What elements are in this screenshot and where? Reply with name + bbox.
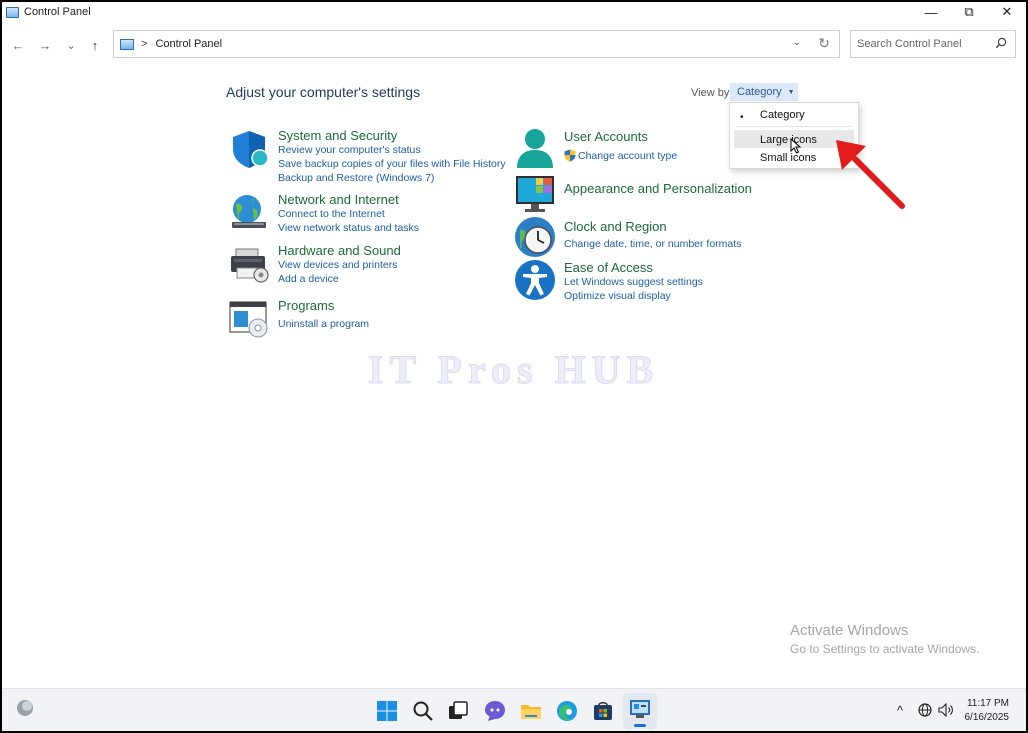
security-shield-icon[interactable] [228,128,270,170]
category-network-and-internet: Network and Internet Connect to the Inte… [228,192,468,236]
taskbar: ^ 11:17 PM 6/16/2025 [2,688,1026,731]
menu-item-category[interactable]: Category [760,109,805,121]
user-accounts-icon[interactable] [514,128,556,170]
ease-of-access-link[interactable]: Ease of Access [564,260,653,275]
search-icon[interactable] [411,699,435,723]
accessibility-icon[interactable] [514,259,556,301]
clock-date: 6/16/2025 [964,712,1010,723]
suggest-settings-link[interactable]: Let Windows suggest settings [564,276,703,288]
activate-windows-title: Activate Windows [790,622,909,639]
programs-icon[interactable] [228,298,270,340]
back-button[interactable]: ← [7,34,29,56]
title-bar: Control Panel — ⧉ ✕ [2,2,1026,22]
category-ease-of-access: Ease of Access Let Windows suggest setti… [514,259,754,303]
network-globe-tray-icon[interactable] [918,703,932,717]
appearance-personalization-link[interactable]: Appearance and Personalization [564,181,752,196]
network-globe-icon[interactable] [228,192,270,234]
control-panel-taskbar-button[interactable] [623,693,657,729]
watermark-text: IT Pros HUB [367,347,660,393]
breadcrumb-separator-icon[interactable]: > [141,38,147,50]
selected-bullet-icon: • [740,112,744,123]
file-explorer-icon[interactable] [519,699,543,723]
clock-time: 11:17 PM [966,698,1009,709]
start-icon[interactable] [375,699,399,723]
minimize-button[interactable]: — [912,2,950,22]
address-bar[interactable]: > Control Panel ⌄ ↻ [113,30,840,58]
menu-divider [736,126,852,127]
control-panel-icon [120,38,134,50]
up-button[interactable]: ↑ [84,34,106,56]
page-heading: Adjust your computer's settings [226,84,421,100]
devices-printers-link[interactable]: View devices and printers [278,259,397,271]
appearance-monitor-icon[interactable] [514,174,556,216]
navigation-bar: ← → ⌄ ↑ > Control Panel ⌄ ↻ [2,30,1026,60]
control-panel-window: Control Panel — ⧉ ✕ ← → ⌄ ↑ > Control Pa… [2,2,1026,731]
store-icon[interactable] [591,699,615,723]
chat-icon[interactable] [483,699,507,723]
system-clock[interactable]: 11:17 PM 6/16/2025 [957,697,1010,725]
network-and-internet-link[interactable]: Network and Internet [278,192,399,207]
view-by-dropdown[interactable]: Category ▼ [730,83,798,101]
search-icon[interactable] [995,37,1007,49]
dropdown-caret-icon: ▼ [787,88,795,96]
category-system-and-security: System and Security Review your computer… [228,128,506,188]
search-input[interactable] [857,38,987,50]
control-panel-app-icon [6,6,19,18]
change-formats-link[interactable]: Change date, time, or number formats [564,238,741,250]
connect-internet-link[interactable]: Connect to the Internet [278,208,385,220]
menu-item-large-icons[interactable]: Large icons [760,134,817,146]
file-history-link[interactable]: Save backup copies of your files with Fi… [278,158,506,170]
menu-item-small-icons[interactable]: Small icons [760,152,816,164]
restore-button[interactable]: ⧉ [950,2,988,22]
mouse-cursor-icon [790,138,802,154]
clock-globe-icon[interactable] [514,216,556,258]
change-account-type-link[interactable]: Change account type [578,150,677,162]
programs-link[interactable]: Programs [278,298,334,313]
backup-restore-link[interactable]: Backup and Restore (Windows 7) [278,172,434,184]
speaker-icon[interactable] [938,703,954,717]
category-clock-and-region: Clock and Region Change date, time, or n… [514,216,754,258]
category-user-accounts: User Accounts Change account type [514,128,734,170]
category-appearance-and-personalization: Appearance and Personalization [514,174,754,212]
uninstall-program-link[interactable]: Uninstall a program [278,318,369,330]
hardware-and-sound-link[interactable]: Hardware and Sound [278,243,401,258]
optimize-display-link[interactable]: Optimize visual display [564,290,671,302]
edge-icon[interactable] [555,699,579,723]
network-status-link[interactable]: View network status and tasks [278,222,419,234]
system-and-security-link[interactable]: System and Security [278,128,397,143]
user-accounts-link[interactable]: User Accounts [564,129,648,144]
uac-shield-icon [564,149,576,162]
active-app-indicator [634,724,646,727]
activate-windows-subtitle: Go to Settings to activate Windows. [790,642,980,656]
search-box[interactable] [850,30,1016,58]
category-programs: Programs Uninstall a program [228,298,468,338]
recent-locations-button[interactable]: ⌄ [60,34,82,56]
window-title: Control Panel [24,6,91,18]
red-annotation-arrow-icon [836,140,905,209]
add-device-link[interactable]: Add a device [278,273,339,285]
refresh-button[interactable]: ↻ [818,35,830,52]
forward-button[interactable]: → [34,34,56,56]
show-hidden-icons-button[interactable]: ^ [897,703,903,718]
control-panel-icon [630,700,650,718]
view-by-label: View by: [691,87,733,99]
view-by-value: Category [737,86,782,98]
weather-widget-icon[interactable] [15,698,35,718]
category-hardware-and-sound: Hardware and Sound View devices and prin… [228,243,468,287]
review-status-link[interactable]: Review your computer's status [278,144,421,156]
task-view-icon[interactable] [446,699,470,723]
close-button[interactable]: ✕ [988,2,1026,22]
address-dropdown-icon[interactable]: ⌄ [793,37,801,48]
breadcrumb-control-panel[interactable]: Control Panel [155,38,222,50]
clock-and-region-link[interactable]: Clock and Region [564,219,667,234]
printer-icon[interactable] [228,243,270,285]
